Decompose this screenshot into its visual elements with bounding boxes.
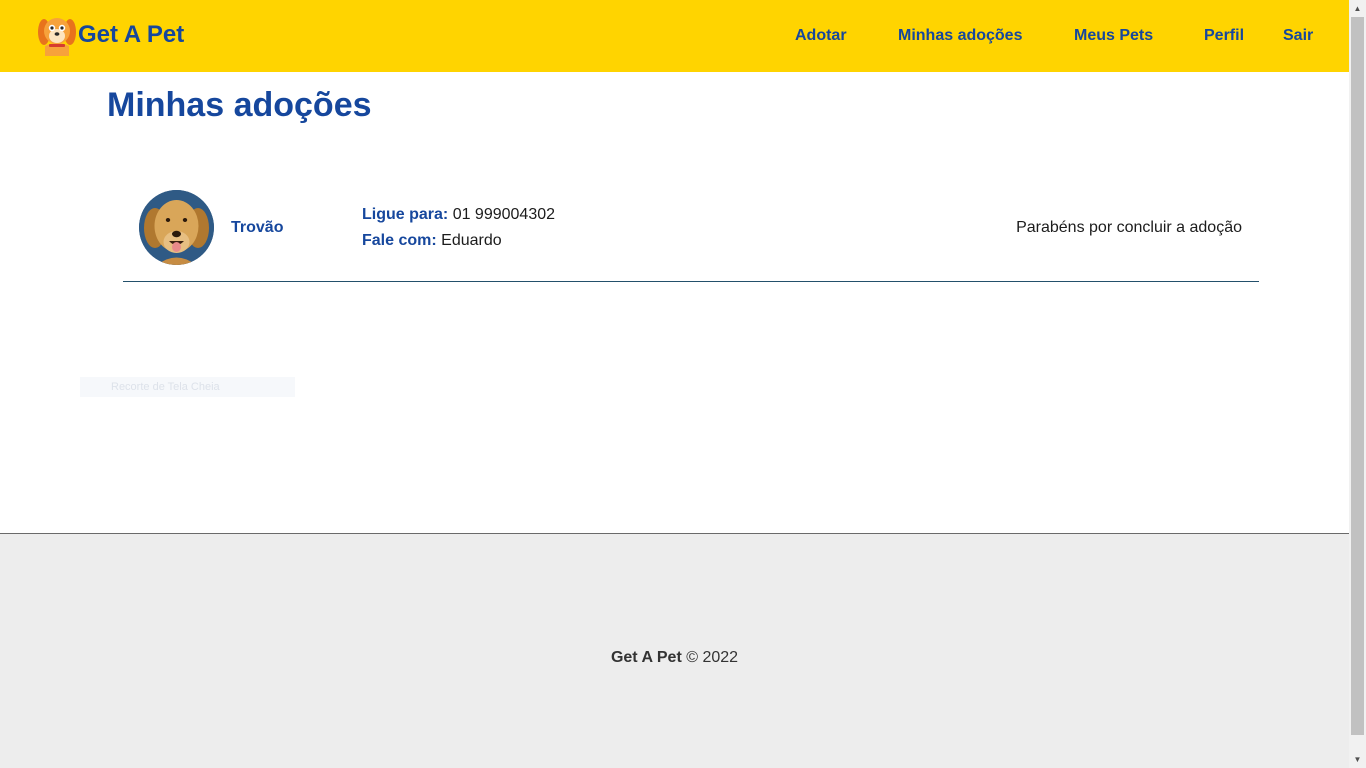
page-title: Minhas adoções: [107, 86, 372, 124]
brand-link[interactable]: Get A Pet: [38, 14, 184, 56]
nav-meus-pets[interactable]: Meus Pets: [1074, 27, 1153, 45]
contact-line: Fale com: Eduardo: [362, 228, 555, 254]
nav-minhas-adocoes[interactable]: Minhas adoções: [898, 27, 1022, 45]
screen-clip-overlay: Recorte de Tela Cheia: [80, 377, 295, 397]
nav-perfil[interactable]: Perfil: [1204, 27, 1244, 45]
adoption-card: Trovão Ligue para: 01 999004302 Fale com…: [123, 190, 1259, 282]
nav-sair[interactable]: Sair: [1283, 27, 1313, 45]
footer-brand: Get A Pet: [610, 649, 682, 666]
scroll-thumb[interactable]: [1351, 17, 1364, 735]
scroll-up-arrow-icon[interactable]: ▲: [1349, 0, 1366, 17]
dog-logo-icon: [38, 18, 76, 56]
pet-name: Trovão: [231, 219, 284, 236]
phone-line: Ligue para: 01 999004302: [362, 202, 555, 228]
phone-label: Ligue para:: [362, 206, 449, 223]
contact-name: Eduardo: [441, 232, 502, 249]
adoption-status: Parabéns por concluir a adoção: [1016, 219, 1242, 236]
scroll-down-arrow-icon[interactable]: ▼: [1349, 751, 1366, 768]
page: Get A Pet Adotar Minhas adoções Meus Pet…: [0, 0, 1349, 768]
contact-label: Fale com:: [362, 232, 437, 249]
nav-adotar[interactable]: Adotar: [795, 27, 847, 45]
contact-info: Ligue para: 01 999004302 Fale com: Eduar…: [362, 202, 555, 254]
navbar: Get A Pet Adotar Minhas adoções Meus Pet…: [0, 0, 1349, 72]
brand-name: Get A Pet: [78, 21, 185, 48]
footer-copyright: © 2022: [686, 649, 739, 666]
pet-photo: [139, 190, 214, 265]
phone-value: 01 999004302: [452, 206, 556, 223]
footer-text: Get A Pet © 2022: [0, 649, 1349, 667]
vertical-scrollbar[interactable]: ▲ ▼: [1349, 0, 1366, 768]
footer: Get A Pet © 2022: [0, 533, 1349, 768]
